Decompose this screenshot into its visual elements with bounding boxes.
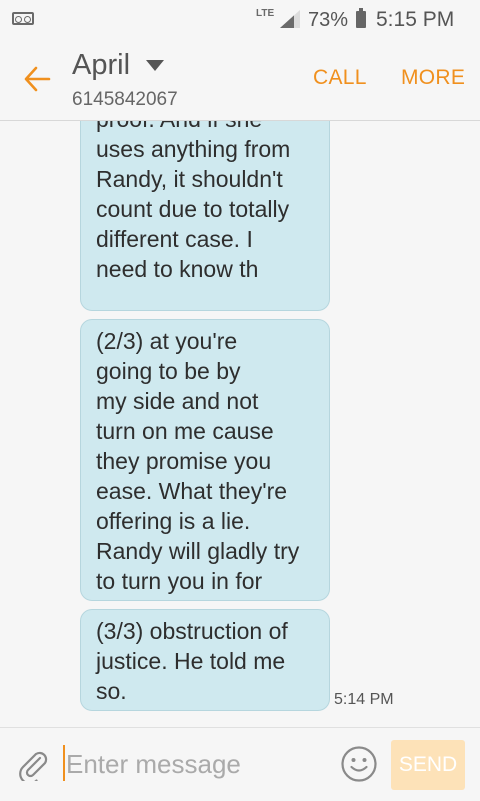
battery-icon xyxy=(356,8,366,28)
status-bar: LTE 73% 5:15 PM xyxy=(0,0,480,40)
conversation-header: April 6145842067 CALL MORE xyxy=(0,40,480,121)
network-type: LTE xyxy=(256,8,275,19)
clock: 5:15 PM xyxy=(376,8,455,31)
emoji-icon[interactable] xyxy=(340,745,378,783)
message-list[interactable]: proof. And if she uses anything from Ran… xyxy=(0,121,480,727)
text-cursor xyxy=(63,745,65,781)
more-button[interactable]: MORE xyxy=(401,66,465,90)
message-bubble[interactable]: (3/3) obstruction of justice. He told me… xyxy=(80,609,330,711)
message-input[interactable] xyxy=(66,745,326,783)
call-button[interactable]: CALL xyxy=(313,66,367,90)
message-composer: SEND xyxy=(0,727,480,801)
back-arrow-icon[interactable] xyxy=(22,64,52,94)
message-bubble[interactable]: proof. And if she uses anything from Ran… xyxy=(80,121,330,311)
send-button[interactable]: SEND xyxy=(391,740,465,790)
voicemail-icon xyxy=(12,12,34,25)
signal-icon xyxy=(280,10,300,28)
message-bubble[interactable]: (2/3) at you're going to be by my side a… xyxy=(80,319,330,601)
message-timestamp: 5:14 PM xyxy=(334,691,394,708)
chevron-down-icon[interactable] xyxy=(146,60,164,71)
contact-number: 6145842067 xyxy=(72,89,178,110)
contact-name[interactable]: April xyxy=(72,49,130,82)
paperclip-icon[interactable] xyxy=(16,747,50,781)
battery-percent: 73% xyxy=(308,9,349,31)
